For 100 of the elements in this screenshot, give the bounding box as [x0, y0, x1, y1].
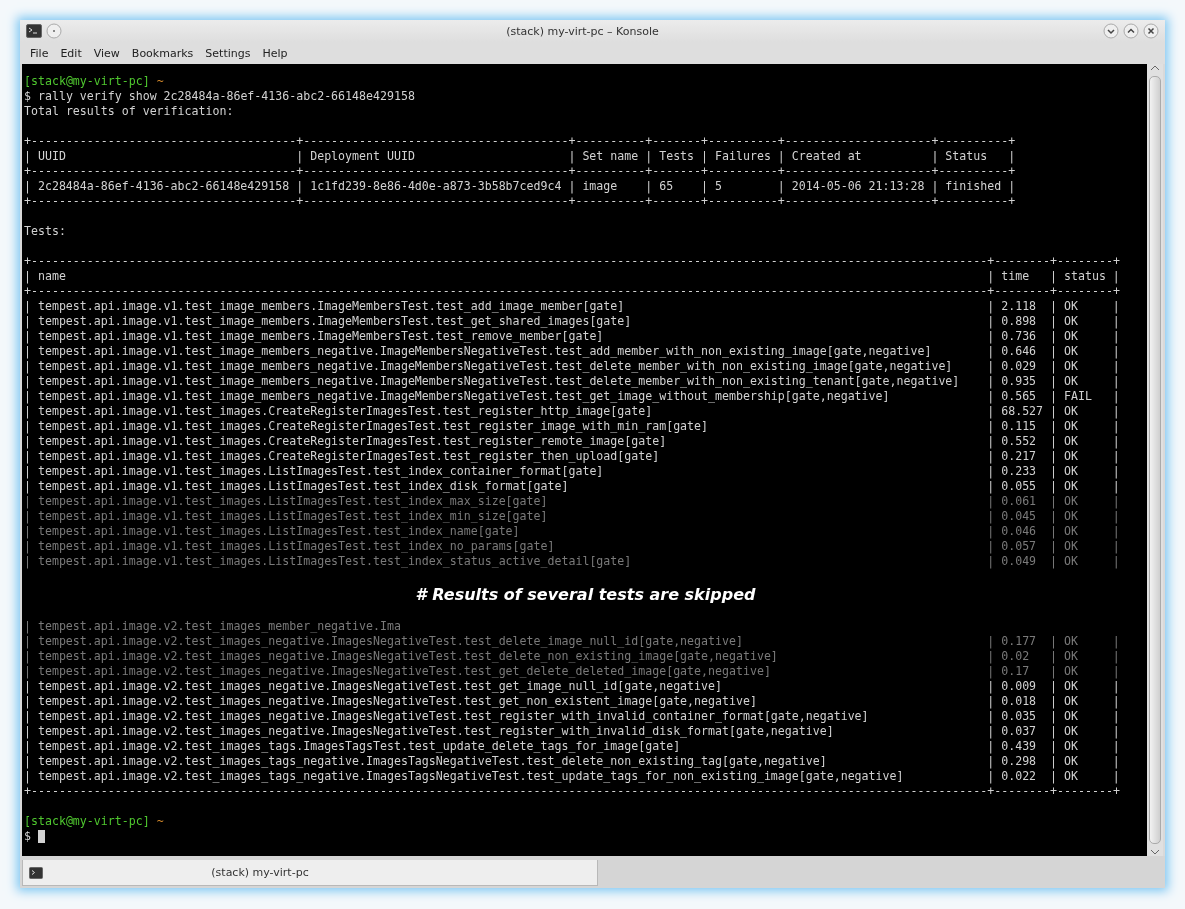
- table-cell-text: tempest.api.image.v1.test_image_members_negative.ImageMembersNegativeTest.test_add_member_with_non_existing_image[gate,negative]: [36, 344, 933, 359]
- table-border: |: [1050, 679, 1058, 694]
- table-cell-text: OK: [1063, 344, 1079, 359]
- table-border: |: [1050, 269, 1058, 284]
- table-border: |: [1050, 434, 1058, 449]
- table-border: |: [987, 269, 995, 284]
- close-icon[interactable]: [1143, 23, 1159, 39]
- table-cell-text: 0.009: [1000, 679, 1038, 694]
- table-border: |: [1008, 179, 1016, 194]
- table-cell-text: OK: [1063, 479, 1079, 494]
- column-header: Set name: [581, 149, 640, 164]
- column-header: Tests: [658, 149, 696, 164]
- menu-item[interactable]: View: [87, 44, 126, 62]
- table-cell-text: FAIL: [1063, 389, 1093, 404]
- table-border: |: [1112, 269, 1120, 284]
- table-border: |: [24, 754, 31, 769]
- table-cell-text: 68.527: [1000, 404, 1045, 419]
- table-border: |: [987, 694, 995, 709]
- table-cell-text: 0.02: [1000, 649, 1031, 664]
- table-rule: +-----------------------------------------------------------------------------------------------------------------------------------------+--------+--------+: [24, 254, 1120, 269]
- prompt-user-host: [stack@my-virt-pc]: [24, 814, 150, 829]
- table-border: |: [777, 179, 785, 194]
- table-border: |: [1112, 509, 1120, 524]
- table-cell-text: 2014-05-06 21:13:28: [790, 179, 926, 194]
- scrollbar-thumb[interactable]: [1149, 76, 1161, 844]
- table-border: |: [987, 509, 995, 524]
- minimize-icon[interactable]: [1103, 23, 1119, 39]
- table-border: |: [24, 149, 31, 164]
- menu-item[interactable]: Bookmarks: [125, 44, 200, 62]
- menu-item[interactable]: Edit: [54, 44, 88, 62]
- table-border: |: [1050, 299, 1058, 314]
- table-cell-text: image: [581, 179, 619, 194]
- table-cell-text: tempest.api.image.v1.test_images.CreateRegisterImagesTest.test_register_then_upload[gate]: [36, 449, 661, 464]
- table-border: |: [645, 149, 653, 164]
- table-border: |: [24, 524, 31, 539]
- table-cell-text: 0.736: [1000, 329, 1038, 344]
- table-cell-text: OK: [1063, 679, 1079, 694]
- table-border: |: [1050, 769, 1058, 784]
- table-cell-text: 0.177: [1000, 634, 1038, 649]
- annotation-text: # Results of several tests are skipped: [415, 586, 756, 602]
- scroll-down-icon[interactable]: [1150, 848, 1160, 856]
- table-border: |: [24, 419, 31, 434]
- table-border: |: [987, 314, 995, 329]
- table-border: |: [987, 464, 995, 479]
- table-border: |: [24, 389, 31, 404]
- table-cell-text: 0.037: [1000, 724, 1038, 739]
- table-border: |: [24, 374, 31, 389]
- table-border: |: [987, 664, 995, 679]
- terminal-icon[interactable]: [26, 24, 42, 38]
- menu-item[interactable]: File: [24, 44, 55, 62]
- table-border: |: [24, 649, 31, 664]
- table-border: |: [24, 269, 31, 284]
- table-border: |: [1050, 509, 1058, 524]
- prompt-user-host: [stack@my-virt-pc]: [24, 74, 150, 89]
- table-cell-text: 0.055: [1000, 479, 1038, 494]
- table-border: |: [1112, 374, 1120, 389]
- maximize-icon[interactable]: [1123, 23, 1139, 39]
- input-prompt: $: [24, 829, 31, 844]
- table-border: |: [1112, 434, 1120, 449]
- table-border: |: [1050, 539, 1058, 554]
- table-border: |: [1112, 314, 1120, 329]
- table-border: |: [1050, 494, 1058, 509]
- table-border: |: [24, 329, 31, 344]
- table-cell-text: 0.045: [1000, 509, 1038, 524]
- table-border: |: [1008, 149, 1016, 164]
- table-border: |: [1112, 299, 1120, 314]
- table-cell-text: OK: [1063, 314, 1079, 329]
- scrollbar[interactable]: [1147, 64, 1163, 856]
- table-cell-text: tempest.api.image.v2.test_images_negative.ImagesNegativeTest.test_delete_image_null_id[gate,negative]: [36, 634, 744, 649]
- table-border: |: [1112, 679, 1120, 694]
- text-cursor: [38, 830, 45, 843]
- table-cell-text: OK: [1063, 359, 1079, 374]
- table-border: |: [1112, 554, 1120, 569]
- table-border: |: [1050, 649, 1058, 664]
- table-cell-text: tempest.api.image.v1.test_images.ListImagesTest.test_index_name[gate]: [36, 524, 521, 539]
- table-border: |: [24, 404, 31, 419]
- table-cell-text: tempest.api.image.v1.test_image_members_negative.ImageMembersNegativeTest.test_get_image_without_membership[gate,negative]: [36, 389, 891, 404]
- table-cell-text: 5: [714, 179, 723, 194]
- table-cell-text: tempest.api.image.v1.test_images.ListImagesTest.test_index_no_params[gate]: [36, 539, 556, 554]
- table-cell-text: 0.035: [1000, 709, 1038, 724]
- table-border: |: [987, 724, 995, 739]
- window-title: (stack) my-virt-pc – Konsole: [505, 24, 660, 38]
- table-border: |: [1050, 709, 1058, 724]
- table-cell-text: tempest.api.image.v2.test_images_negative.ImagesNegativeTest.test_register_with_invalid_container_format[gate,negative]: [36, 709, 870, 724]
- prompt-path: ~: [156, 74, 164, 89]
- menu-item[interactable]: Help: [256, 44, 294, 62]
- menu-item[interactable]: Settings: [199, 44, 257, 62]
- column-header: UUID: [36, 149, 67, 164]
- table-border: |: [1050, 754, 1058, 769]
- scroll-up-icon[interactable]: [1150, 64, 1160, 72]
- table-border: |: [931, 149, 939, 164]
- table-cell-text: tempest.api.image.v1.test_images.ListImagesTest.test_index_min_size[gate]: [36, 509, 549, 524]
- table-cell-text: OK: [1063, 649, 1079, 664]
- table-cell-text: OK: [1063, 404, 1079, 419]
- terminal-tab[interactable]: (stack) my-virt-pc: [22, 860, 598, 886]
- table-border: |: [24, 634, 31, 649]
- table-border: |: [24, 769, 31, 784]
- table-border: |: [1050, 314, 1058, 329]
- table-cell-text: 0.217: [1000, 449, 1038, 464]
- table-border: |: [987, 419, 995, 434]
